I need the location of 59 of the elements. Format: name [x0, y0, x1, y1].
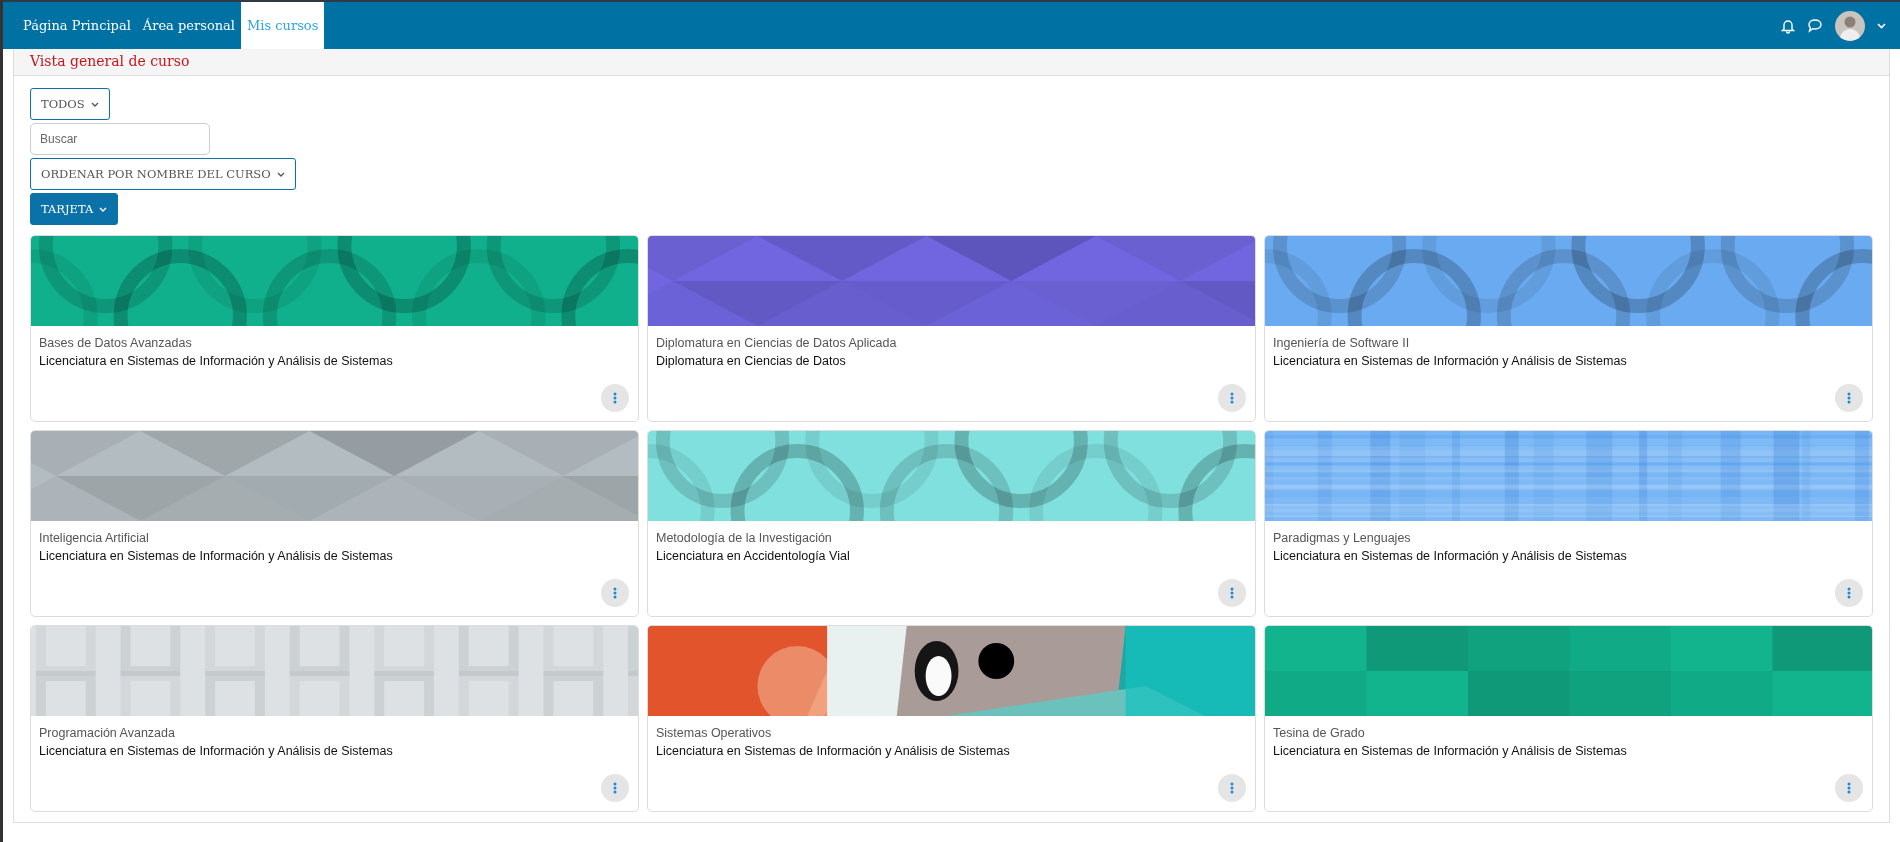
chevron-down-icon[interactable]: [1877, 22, 1886, 29]
course-options-button[interactable]: [1218, 384, 1246, 412]
vertical-dots-icon: [1230, 587, 1234, 599]
vertical-dots-icon: [613, 392, 617, 404]
course-card[interactable]: Metodología de la Investigación Licenciatura en Accidentología Vial: [647, 430, 1256, 617]
search-field[interactable]: Buscar: [30, 123, 210, 155]
course-options-button[interactable]: [1835, 384, 1863, 412]
course-card[interactable]: Bases de Datos Avanzadas Licenciatura en Sistemas de Información y Análisis de Sistemas: [30, 235, 639, 422]
course-options-button[interactable]: [1218, 579, 1246, 607]
vertical-dots-icon: [1230, 782, 1234, 794]
avatar[interactable]: [1835, 10, 1865, 41]
course-category: Licenciatura en Accidentología Vial: [656, 549, 851, 563]
sort-dropdown[interactable]: ORDENAR POR NOMBRE DEL CURSO: [30, 158, 296, 190]
vertical-dots-icon: [1847, 392, 1851, 404]
course-name[interactable]: Diplomatura en Ciencias de Datos Aplicada: [656, 336, 1247, 350]
bell-icon[interactable]: [1781, 17, 1795, 34]
view-dropdown[interactable]: TARJETA: [30, 193, 119, 225]
nav-link[interactable]: Página Principal: [17, 2, 137, 49]
course-category: Licenciatura en Sistemas de Información y Análisis de Sistemas: [1273, 354, 1628, 368]
course-card[interactable]: Sistemas Operativos Licenciatura en Sistemas de Información y Análisis de Sistemas: [647, 625, 1256, 812]
course-options-button[interactable]: [1835, 579, 1863, 607]
course-category: Licenciatura en Sistemas de Información y Análisis de Sistemas: [1273, 744, 1628, 758]
course-card[interactable]: Paradigmas y Lenguajes Licenciatura en Sistemas de Información y Análisis de Sistemas: [1264, 430, 1873, 617]
chat-bubble-icon[interactable]: [1807, 18, 1823, 33]
chevron-down-icon: [99, 206, 108, 212]
course-name[interactable]: Inteligencia Artificial: [39, 531, 630, 545]
course-options-button[interactable]: [1835, 774, 1863, 802]
course-name[interactable]: Tesina de Grado: [1273, 726, 1864, 740]
course-card[interactable]: Diplomatura en Ciencias de Datos Aplicada Diplomatura en Ciencias de Datos: [647, 235, 1256, 422]
nav-link[interactable]: Área personal: [136, 2, 241, 49]
chevron-down-icon: [90, 101, 99, 107]
course-name[interactable]: Metodología de la Investigación: [656, 531, 1247, 545]
course-name[interactable]: Paradigmas y Lenguajes: [1273, 531, 1864, 545]
course-card[interactable]: Programación Avanzada Licenciatura en Sistemas de Información y Análisis de Sistemas: [30, 625, 639, 812]
course-name[interactable]: Bases de Datos Avanzadas: [39, 336, 630, 350]
course-options-button[interactable]: [601, 384, 629, 412]
course-options-button[interactable]: [601, 579, 629, 607]
vertical-dots-icon: [1230, 392, 1234, 404]
course-name[interactable]: Ingeniería de Software II: [1273, 336, 1864, 350]
vertical-dots-icon: [1847, 587, 1851, 599]
course-category: Licenciatura en Sistemas de Información y Análisis de Sistemas: [656, 744, 1011, 758]
course-options-button[interactable]: [1218, 774, 1246, 802]
grouping-dropdown[interactable]: TODOS: [30, 88, 110, 120]
course-card[interactable]: Tesina de Grado Licenciatura en Sistemas de Información y Análisis de Sistemas: [1264, 625, 1873, 812]
vertical-dots-icon: [613, 587, 617, 599]
course-name[interactable]: Sistemas Operativos: [656, 726, 1247, 740]
course-category: Licenciatura en Sistemas de Información y Análisis de Sistemas: [39, 354, 394, 368]
course-card[interactable]: Inteligencia Artificial Licenciatura en Sistemas de Información y Análisis de Sistemas: [30, 430, 639, 617]
vertical-dots-icon: [613, 782, 617, 794]
course-options-button[interactable]: [601, 774, 629, 802]
chevron-down-icon: [276, 171, 285, 177]
course-name[interactable]: Programación Avanzada: [39, 726, 630, 740]
course-category: Licenciatura en Sistemas de Información y Análisis de Sistemas: [1273, 549, 1628, 563]
course-category: Licenciatura en Sistemas de Información y Análisis de Sistemas: [39, 744, 394, 758]
course-category: Diplomatura en Ciencias de Datos: [656, 354, 847, 368]
panel-title: Vista general de curso: [30, 53, 191, 69]
course-category: Licenciatura en Sistemas de Información y Análisis de Sistemas: [39, 549, 394, 563]
vertical-dots-icon: [1847, 782, 1851, 794]
course-card[interactable]: Ingeniería de Software II Licenciatura en Sistemas de Información y Análisis de Sistemas: [1264, 235, 1873, 422]
